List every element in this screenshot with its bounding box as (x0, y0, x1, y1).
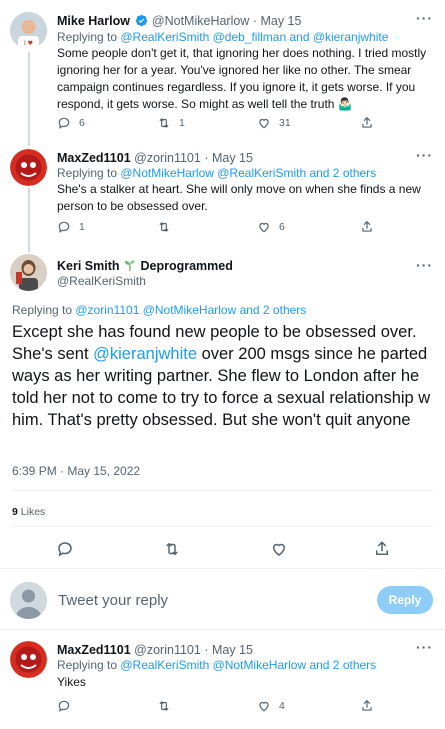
more-icon[interactable]: ··· (416, 639, 433, 655)
avatar[interactable] (10, 254, 47, 291)
tweet-text: Some people don't get it, that ignoring … (57, 45, 437, 113)
tweet-actions: 6 1 31 (57, 116, 417, 134)
reply-button[interactable]: 6 (57, 116, 85, 130)
retweet-button[interactable]: 1 (157, 116, 185, 130)
tweet-date[interactable]: · May 15 (204, 151, 253, 165)
reply-mentions[interactable]: @RealKeriSmith @NotMikeHarlow and 2 othe… (120, 658, 376, 672)
like-count: 6 (279, 221, 285, 233)
more-icon[interactable]: ··· (416, 147, 433, 163)
more-icon[interactable]: ··· (416, 257, 433, 273)
retweet-button[interactable] (157, 699, 179, 713)
reply-count: 6 (79, 117, 85, 129)
reply-input[interactable]: Tweet your reply (58, 592, 168, 609)
tweet-date[interactable]: · May 15 (253, 14, 302, 28)
retweet-icon[interactable] (163, 540, 181, 558)
share-icon (360, 220, 374, 234)
divider (12, 526, 433, 527)
retweet-icon (157, 116, 171, 130)
author-name-suffix: Deprogrammed (140, 259, 232, 273)
share-button[interactable] (360, 699, 374, 713)
svg-text:I ♥: I ♥ (24, 40, 33, 47)
like-icon (257, 220, 271, 234)
share-button[interactable] (360, 220, 374, 234)
replying-to-label: Replying to (12, 303, 75, 317)
reply-icon (57, 220, 71, 234)
replying-to-label: Replying to (57, 658, 120, 672)
verified-icon (135, 14, 148, 27)
likes-count: 9 (12, 506, 18, 518)
author-name[interactable]: MaxZed1101 (57, 643, 131, 657)
tweet-text: Yikes (57, 674, 437, 691)
avatar[interactable]: I ♥ (10, 12, 47, 49)
like-icon (257, 699, 271, 713)
reply-mentions[interactable]: @RealKeriSmith @deb_fillman and @kieranj… (120, 30, 388, 44)
main-tweet-actions (0, 540, 445, 560)
like-icon (257, 116, 271, 130)
tweet-date[interactable]: · May 15 (204, 643, 253, 657)
like-button[interactable]: 31 (257, 116, 291, 130)
tweet-actions: 1 6 (57, 220, 417, 238)
avatar (10, 582, 47, 619)
share-icon (360, 699, 374, 713)
retweet-count: 1 (179, 117, 185, 129)
reply-button[interactable]: Reply (377, 586, 433, 614)
like-count: 4 (279, 700, 285, 712)
tweet-actions: 4 (57, 699, 417, 717)
author-handle[interactable]: @RealKeriSmith (57, 274, 146, 288)
reply-count: 1 (79, 221, 85, 233)
author-name[interactable]: MaxZed1101 (57, 151, 131, 165)
like-icon[interactable] (270, 540, 288, 558)
tweet-maxzed-reply[interactable]: MaxZed1101 @zorin1101 · May 15 ··· Reply… (0, 631, 445, 729)
author-handle[interactable]: @NotMikeHarlow (152, 14, 249, 28)
retweet-icon (157, 220, 171, 234)
author-name[interactable]: Keri Smith (57, 259, 120, 273)
tweet-maxzed[interactable]: MaxZed1101 @zorin1101 · May 15 ··· Reply… (0, 140, 445, 248)
share-icon[interactable] (373, 540, 391, 558)
tweet-mike-harlow[interactable]: I ♥ Mike Harlow @NotMikeHarlow · May 15 … (0, 0, 445, 140)
author-handle[interactable]: @zorin1101 (134, 643, 201, 657)
reply-icon (57, 116, 71, 130)
author-name[interactable]: Mike Harlow (57, 14, 130, 28)
sprout-icon (123, 258, 137, 272)
replying-to-label: Replying to (57, 30, 120, 44)
likes-stat[interactable]: 9 Likes (12, 506, 45, 518)
likes-label: Likes (21, 506, 46, 518)
avatar[interactable] (10, 149, 47, 186)
like-button[interactable]: 6 (257, 220, 285, 234)
like-count: 31 (279, 117, 291, 129)
reply-icon (57, 699, 71, 713)
reply-composer: Tweet your reply Reply (0, 575, 445, 630)
avatar[interactable] (10, 641, 47, 678)
replying-to-label: Replying to (57, 166, 120, 180)
reply-mentions[interactable]: @NotMikeHarlow @RealKeriSmith and 2 othe… (120, 166, 376, 180)
share-icon (360, 116, 374, 130)
reply-mentions[interactable]: @zorin1101 @NotMikeHarlow and 2 others (75, 303, 306, 317)
retweet-button[interactable] (157, 220, 179, 234)
inline-mention[interactable]: @kieranjwhite (93, 345, 197, 363)
reply-button[interactable]: 1 (57, 220, 85, 234)
tweet-timestamp[interactable]: 6:39 PM · May 15, 2022 (12, 464, 140, 478)
main-tweet-text: Except she has found new people to be ob… (12, 321, 437, 431)
divider (0, 568, 445, 569)
reply-button[interactable] (57, 699, 79, 713)
reply-icon[interactable] (56, 540, 74, 558)
share-button[interactable] (360, 116, 374, 130)
tweet-text: She's a stalker at heart. She will only … (57, 181, 437, 215)
more-icon[interactable]: ··· (416, 10, 433, 26)
divider (12, 490, 433, 491)
like-button[interactable]: 4 (257, 699, 285, 713)
author-handle[interactable]: @zorin1101 (134, 151, 201, 165)
retweet-icon (157, 699, 171, 713)
